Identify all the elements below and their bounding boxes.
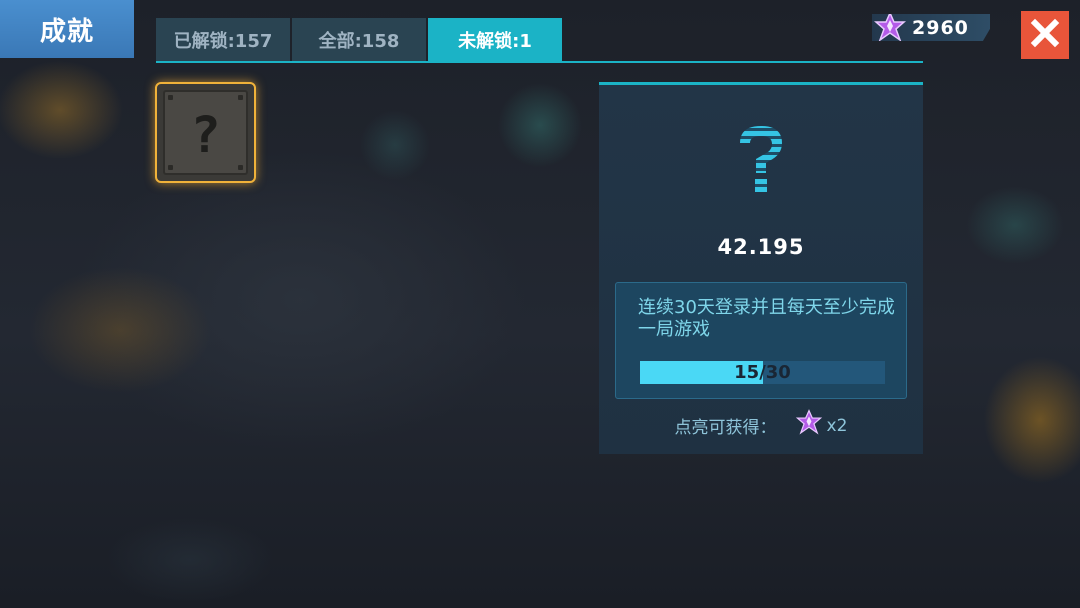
tab-locked[interactable]: 未解锁:1	[428, 18, 562, 62]
tab-underline	[156, 61, 923, 63]
close-icon	[1030, 18, 1060, 52]
tab-unlocked[interactable]: 已解锁:157	[156, 18, 290, 62]
page-title: 成就	[0, 0, 134, 58]
question-mark-icon: ?	[190, 106, 221, 164]
reward-label: 点亮可获得：	[674, 418, 777, 438]
reward-row: 点亮可获得： x2	[599, 409, 923, 442]
reward-amount: x2	[826, 415, 848, 436]
achievement-tile-frame: ?	[163, 90, 248, 175]
achievement-description: 连续30天登录并且每天至少完成一局游戏	[638, 297, 895, 340]
currency-amount: 2960	[912, 16, 969, 39]
purple-star-gem-icon	[795, 409, 823, 442]
question-mark-icon	[599, 123, 923, 197]
bolt-icon	[238, 165, 243, 170]
tab-all[interactable]: 全部:158	[292, 18, 426, 62]
achievement-detail-panel: 42.195 连续30天登录并且每天至少完成一局游戏 15/30 点亮可获得： …	[599, 82, 923, 454]
bolt-icon	[168, 165, 173, 170]
progress-bar: 15/30	[640, 361, 885, 384]
bolt-icon	[168, 95, 173, 100]
achievement-name: 42.195	[717, 235, 805, 259]
tab-bar: 已解锁:157 全部:158 未解锁:1	[156, 18, 562, 62]
close-button[interactable]	[1021, 11, 1069, 59]
bolt-icon	[238, 95, 243, 100]
achievement-tile-locked[interactable]: ?	[155, 82, 256, 183]
progress-text: 15/30	[734, 362, 791, 383]
achievement-description-box: 连续30天登录并且每天至少完成一局游戏 15/30	[615, 282, 907, 399]
currency-display: 2960	[872, 14, 990, 41]
